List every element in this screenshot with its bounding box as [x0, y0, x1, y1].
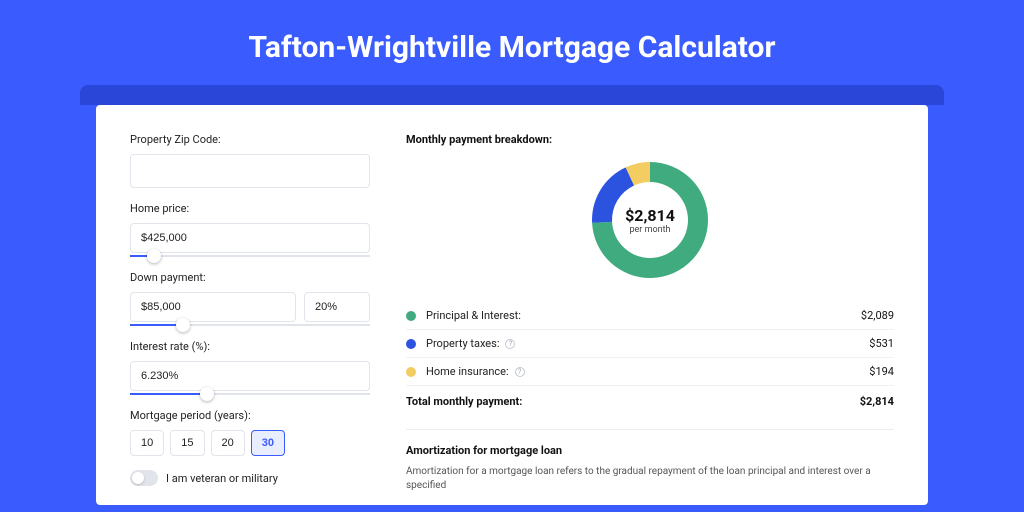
donut-center: $2,814 per month [590, 160, 710, 280]
total-label: Total monthly payment: [406, 395, 522, 408]
legend-amount: $194 [869, 365, 894, 378]
legend-amount: $531 [869, 337, 894, 350]
legend-row: Home insurance:? $194 [406, 357, 894, 385]
interest-rate-slider[interactable] [130, 393, 370, 395]
down-payment-input[interactable] [130, 292, 296, 322]
breakdown-title: Monthly payment breakdown: [406, 133, 894, 146]
legend-dot [406, 339, 416, 349]
mortgage-period-option-30[interactable]: 30 [251, 430, 285, 456]
down-payment-label: Down payment: [130, 271, 370, 284]
summary-column: Monthly payment breakdown: $2,814 per mo… [406, 133, 894, 489]
down-payment-field-group: Down payment: [130, 271, 370, 326]
mortgage-period-option-15[interactable]: 15 [170, 430, 204, 456]
down-payment-pct-input[interactable] [304, 292, 370, 322]
veteran-toggle-row: I am veteran or military [130, 470, 370, 486]
donut-chart-wrap: $2,814 per month [406, 160, 894, 280]
slider-fill [130, 393, 207, 395]
home-price-input[interactable] [130, 223, 370, 253]
legend-row: Principal & Interest: $2,089 [406, 302, 894, 329]
interest-rate-input[interactable] [130, 361, 370, 391]
total-amount: $2,814 [860, 395, 894, 408]
legend-row: Property taxes:? $531 [406, 329, 894, 357]
down-payment-slider[interactable] [130, 324, 370, 326]
zip-label: Property Zip Code: [130, 133, 370, 146]
panel-shadow [80, 85, 944, 105]
interest-rate-label: Interest rate (%): [130, 340, 370, 353]
donut-chart: $2,814 per month [590, 160, 710, 280]
legend-dot [406, 311, 416, 321]
legend-label: Property taxes: [426, 337, 499, 350]
interest-rate-field-group: Interest rate (%): [130, 340, 370, 395]
home-price-slider[interactable] [130, 255, 370, 257]
mortgage-period-option-20[interactable]: 20 [211, 430, 245, 456]
slider-thumb[interactable] [200, 387, 214, 401]
donut-amount: $2,814 [625, 206, 675, 225]
legend-label: Principal & Interest: [426, 309, 521, 322]
mortgage-period-field-group: Mortgage period (years): 1015 2030 [130, 409, 370, 456]
donut-sub: per month [629, 225, 670, 235]
legend-dot [406, 367, 416, 377]
mortgage-period-label: Mortgage period (years): [130, 409, 370, 422]
mortgage-period-option-10[interactable]: 10 [130, 430, 164, 456]
page-title: Tafton-Wrightville Mortgage Calculator [0, 30, 1024, 65]
page-header: Tafton-Wrightville Mortgage Calculator [0, 0, 1024, 85]
legend-label: Home insurance: [426, 365, 509, 378]
zip-field-group: Property Zip Code: [130, 133, 370, 188]
mortgage-period-options: 1015 2030 [130, 430, 370, 456]
legend-amount: $2,089 [861, 309, 894, 322]
veteran-toggle[interactable] [130, 470, 158, 486]
info-icon[interactable]: ? [505, 339, 515, 349]
slider-thumb[interactable] [176, 318, 190, 332]
amortization-section: Amortization for mortgage loan Amortizat… [406, 429, 894, 493]
veteran-label: I am veteran or military [166, 472, 278, 485]
zip-input[interactable] [130, 154, 370, 188]
slider-thumb[interactable] [147, 249, 161, 263]
form-column: Property Zip Code: Home price: Down paym… [130, 133, 370, 489]
amortization-title: Amortization for mortgage loan [406, 444, 894, 457]
amortization-body: Amortization for a mortgage loan refers … [406, 465, 894, 493]
calculator-panel: Property Zip Code: Home price: Down paym… [96, 105, 928, 505]
total-row: Total monthly payment: $2,814 [406, 385, 894, 417]
info-icon[interactable]: ? [515, 367, 525, 377]
home-price-label: Home price: [130, 202, 370, 215]
home-price-field-group: Home price: [130, 202, 370, 257]
legend: Principal & Interest: $2,089 Property taxe… [406, 302, 894, 385]
toggle-knob [132, 472, 144, 484]
